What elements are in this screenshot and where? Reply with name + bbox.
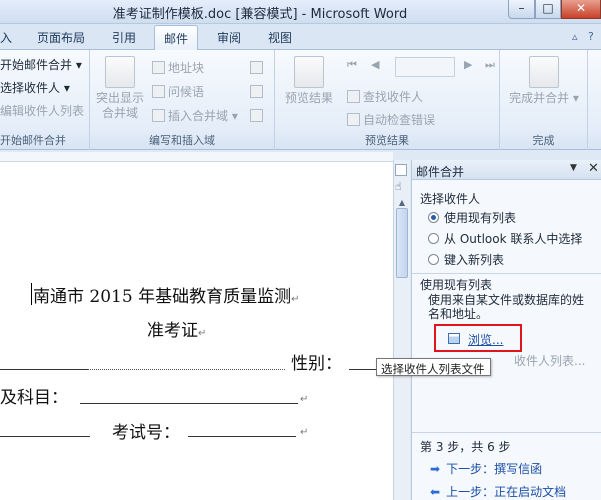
rules-icon[interactable] [250,61,263,74]
finish-merge-icon [529,56,559,88]
scroll-thumb[interactable] [396,208,408,278]
pane-close-icon[interactable]: ✕ [588,161,599,176]
group-label: 预览结果 [365,134,409,147]
match-fields-icon[interactable] [250,85,263,98]
minimize-icon: – [518,1,525,15]
find-recipient-icon [347,90,360,103]
select-recipients-button[interactable]: 选择收件人 ▾ [0,79,70,96]
first-record-icon[interactable]: ⏮ [347,58,357,72]
insert-field-icon [152,109,165,122]
minimize-button[interactable]: – [508,0,535,19]
browse-icon [448,333,460,344]
arrow-left-icon: ⬅ [430,485,441,499]
gender-label: 性别： [291,354,342,374]
group-label: 完成 [532,134,555,147]
preview-results-group: 预览结果 ⏮ ◀ ▶ ⏭ 查找收件人 自动检查错误 预览结果 [275,50,500,150]
scroll-up-icon[interactable]: ▲ [394,198,410,207]
arrow-right-icon: ➡ [430,462,441,476]
write-insert-fields-group: 突出显示 合并域 地址块 问候语 插入合并域 ▾ 编写和插入域 [90,50,275,150]
address-block-icon [152,61,165,74]
edit-recipient-list-link[interactable]: 收件人列表... [514,352,585,369]
radio-icon [428,233,439,244]
browse-link[interactable]: 浏览... [434,324,522,352]
pane-title: 邮件合并 [416,165,465,179]
maximize-icon: □ [542,1,554,15]
tab-review[interactable]: 审阅 [217,29,241,46]
option-outlook-contacts[interactable]: 从 Outlook 联系人中选择 [428,230,582,247]
section-use-existing-list: 使用现有列表 [420,278,493,292]
ribbon: 开始邮件合并 ▾ 选择收件人 ▾ 编辑收件人列表 开始邮件合并 突出显示 合并域… [0,50,601,150]
finish-merge-button[interactable]: 完成并合并 ▾ [504,56,584,106]
close-icon: ✕ [575,1,587,15]
view-ruler-icon[interactable] [395,164,407,176]
help-icon[interactable]: ? [588,30,594,43]
next-record-icon[interactable]: ▶ [464,58,472,71]
divider [412,273,601,274]
text-caret [31,283,32,305]
subject-underline [80,403,298,404]
pane-header: 邮件合并 ▼ ✕ [412,160,601,180]
section-select-recipients: 选择收件人 [420,192,481,206]
document-icon [105,56,135,88]
greeting-line-icon [152,85,165,98]
prev-record-icon[interactable]: ◀ [371,58,379,71]
mail-merge-pane: 邮件合并 ▼ ✕ 选择收件人 使用现有列表 从 Outlook 联系人中选择 键… [411,160,601,500]
tab-insert[interactable]: 入 [0,29,12,46]
gender-underline [349,369,379,370]
check-errors-icon [347,113,360,126]
next-step-link[interactable]: ➡ 下一步：撰写信函 [430,460,542,477]
ruler [0,152,393,162]
divider [412,432,601,433]
document-subheading[interactable]: 准考证↵ [147,316,206,341]
greeting-line-button[interactable]: 问候语 [152,83,204,100]
start-mail-merge-button[interactable]: 开始邮件合并 ▾ [0,56,82,73]
subject-label: 及科目： [0,388,68,408]
preview-abc-icon [294,56,324,88]
tab-mailings[interactable]: 邮件 [154,25,199,51]
radio-icon [428,254,439,265]
edit-recipient-list-button[interactable]: 编辑收件人列表 [0,102,84,119]
ribbon-tabs: 入 页面布局 引用 邮件 审阅 视图 ▵ ? [0,24,601,51]
tab-view[interactable]: 视图 [268,29,292,46]
tab-references[interactable]: 引用 [112,29,136,46]
auto-check-errors-button[interactable]: 自动检查错误 [347,111,435,128]
step-indicator: 第 3 步，共 6 步 [420,440,511,454]
find-recipient-button[interactable]: 查找收件人 [347,88,423,105]
address-block-button[interactable]: 地址块 [152,59,204,76]
record-number-input[interactable] [395,57,455,77]
tab-page-layout[interactable]: 页面布局 [37,29,85,46]
close-button[interactable]: ✕ [561,0,601,19]
hand-icon[interactable]: ☝ [395,180,402,193]
maximize-button[interactable]: □ [535,0,561,19]
preview-results-button[interactable]: 预览结果 [281,56,337,106]
vertical-scrollbar[interactable]: ▲ [393,160,410,500]
insert-merge-field-button[interactable]: 插入合并域 ▾ [152,107,238,124]
option-use-existing-list[interactable]: 使用现有列表 [428,209,516,226]
group-label: 开始邮件合并 [0,134,66,147]
finish-group: 完成并合并 ▾ 完成 [500,50,588,150]
highlight-merge-fields-button[interactable]: 突出显示 合并域 [92,56,148,121]
start-mail-merge-group: 开始邮件合并 ▾ 选择收件人 ▾ 编辑收件人列表 开始邮件合并 [0,50,90,150]
exam-underline [0,436,90,437]
last-record-icon[interactable]: ⏭ [485,58,495,72]
group-label: 编写和插入域 [149,134,215,147]
document-heading[interactable]: 南通市 2015 年基础教育质量监测↵ [33,282,299,307]
prev-step-link[interactable]: ⬅ 上一步：正在启动文档 [430,483,566,500]
pane-menu-icon[interactable]: ▼ [570,163,577,173]
existing-list-description: 使用来自某文件或数据库的姓名和地址。 [428,293,585,321]
window-title: 准考证制作模板.doc [兼容模式] - Microsoft Word [112,7,408,22]
exam-number-underline [188,436,296,437]
exam-number-label: 考试号： [112,423,180,443]
browse-tooltip: 选择收件人列表文件 [376,358,491,376]
option-type-new-list[interactable]: 键入新列表 [428,251,504,268]
title-bar: 准考证制作模板.doc [兼容模式] - Microsoft Word – □ … [0,0,601,24]
radio-selected-icon [428,212,439,223]
ribbon-minimize-icon[interactable]: ▵ [572,30,578,43]
update-labels-icon[interactable] [250,109,263,122]
name-underline [0,369,88,370]
